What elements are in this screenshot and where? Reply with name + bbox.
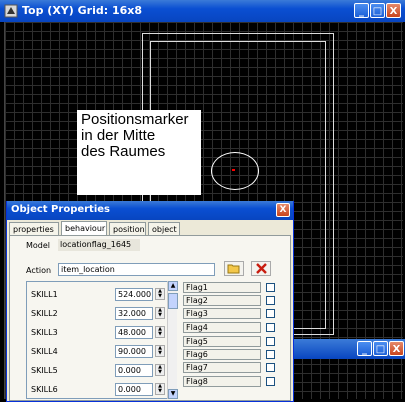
skill4-input[interactable]: 90.000 bbox=[115, 345, 153, 358]
skills-list: SKILL1 524.000 ▲ ▼ SKILL2 32.000 ▲ ▼ SKILL… bbox=[26, 281, 176, 399]
object-properties-dialog: Object Properties X properties behaviour… bbox=[6, 201, 294, 402]
clear-action-button[interactable] bbox=[251, 261, 271, 276]
flag8-checkbox[interactable] bbox=[266, 377, 275, 386]
folder-icon bbox=[227, 264, 240, 274]
skill-label: SKILL4 bbox=[31, 347, 58, 356]
maximize-button[interactable]: □ bbox=[370, 3, 385, 18]
flag-label: Flag4 bbox=[183, 322, 261, 333]
secondary-maximize-button[interactable]: □ bbox=[373, 341, 388, 356]
flag7-checkbox[interactable] bbox=[266, 363, 275, 372]
tab-properties[interactable]: properties bbox=[9, 222, 59, 235]
dialog-title: Object Properties bbox=[11, 204, 111, 215]
secondary-close-button[interactable]: X bbox=[389, 341, 404, 356]
close-button[interactable]: X bbox=[386, 3, 401, 18]
skill-row: SKILL2 32.000 ▲ ▼ bbox=[27, 306, 175, 324]
flag5-checkbox[interactable] bbox=[266, 337, 275, 346]
skill-row: SKILL5 0.000 ▲ ▼ bbox=[27, 363, 175, 381]
skill1-spinner[interactable]: ▲ ▼ bbox=[155, 288, 165, 300]
skill-label: SKILL6 bbox=[31, 385, 58, 394]
flag-label: Flag7 bbox=[183, 362, 261, 373]
flag-label: Flag8 bbox=[183, 376, 261, 387]
action-label: Action bbox=[26, 266, 52, 275]
window-title: Top (XY) Grid: 16x8 bbox=[22, 4, 143, 17]
model-label: Model bbox=[26, 241, 51, 250]
skill2-input[interactable]: 32.000 bbox=[115, 307, 153, 320]
skill-label: SKILL2 bbox=[31, 309, 58, 318]
minimize-button[interactable]: _ bbox=[354, 3, 369, 18]
tab-behaviour[interactable]: behaviour bbox=[61, 221, 107, 236]
skill-label: SKILL3 bbox=[31, 328, 58, 337]
dialog-close-button[interactable]: X bbox=[276, 203, 290, 217]
flag-label: Flag5 bbox=[183, 336, 261, 347]
skill5-input[interactable]: 0.000 bbox=[115, 364, 153, 377]
skill-row: SKILL3 48.000 ▲ ▼ bbox=[27, 325, 175, 343]
skill-row: SKILL6 0.000 ▲ ▼ bbox=[27, 382, 175, 398]
skill1-input[interactable]: 524.000 bbox=[115, 288, 153, 301]
flag-label: Flag6 bbox=[183, 349, 261, 360]
window-titlebar[interactable]: Top (XY) Grid: 16x8 _ □ X bbox=[0, 0, 405, 22]
skill2-spinner[interactable]: ▲ ▼ bbox=[155, 307, 165, 319]
skill5-spinner[interactable]: ▲ ▼ bbox=[155, 364, 165, 376]
flag3-checkbox[interactable] bbox=[266, 309, 275, 318]
skill4-spinner[interactable]: ▲ ▼ bbox=[155, 345, 165, 357]
flag-label: Flag2 bbox=[183, 295, 261, 306]
action-input[interactable]: item_location bbox=[58, 263, 215, 276]
scroll-up-arrow-icon[interactable]: ▲ bbox=[168, 281, 178, 291]
delete-x-icon bbox=[255, 263, 267, 274]
skill-row: SKILL1 524.000 ▲ ▼ bbox=[27, 287, 175, 305]
flag1-checkbox[interactable] bbox=[266, 283, 275, 292]
tab-position[interactable]: position bbox=[109, 222, 146, 235]
annotation-label: Positionsmarker in der Mitte des Raumes bbox=[77, 110, 201, 195]
skill3-spinner[interactable]: ▲ ▼ bbox=[155, 326, 165, 338]
skills-scrollbar[interactable]: ▲ ▼ bbox=[167, 281, 178, 399]
scroll-thumb[interactable] bbox=[168, 293, 178, 309]
skill-label: SKILL1 bbox=[31, 290, 58, 299]
position-marker-center[interactable] bbox=[232, 169, 235, 171]
flag6-checkbox[interactable] bbox=[266, 350, 275, 359]
skill-row: SKILL4 90.000 ▲ ▼ bbox=[27, 344, 175, 362]
skill6-spinner[interactable]: ▲ ▼ bbox=[155, 383, 165, 395]
flag-label: Flag3 bbox=[183, 308, 261, 319]
annotation-line-3: des Raumes bbox=[81, 143, 166, 160]
flag2-checkbox[interactable] bbox=[266, 296, 275, 305]
skill6-input[interactable]: 0.000 bbox=[115, 383, 153, 396]
flag-label: Flag1 bbox=[183, 282, 261, 293]
secondary-minimize-button[interactable]: _ bbox=[357, 341, 372, 356]
secondary-window-titlebar[interactable]: _ □ X bbox=[287, 339, 405, 359]
scroll-down-arrow-icon[interactable]: ▼ bbox=[168, 389, 178, 399]
position-marker-circle[interactable] bbox=[211, 152, 259, 190]
app-icon bbox=[4, 4, 18, 18]
skill3-input[interactable]: 48.000 bbox=[115, 326, 153, 339]
behaviour-panel: Model locationflag_1645 Action item_loca… bbox=[9, 235, 291, 401]
tab-object[interactable]: object bbox=[148, 222, 180, 235]
open-folder-button[interactable] bbox=[224, 261, 244, 276]
annotation-line-1: Positionsmarker bbox=[81, 111, 189, 128]
annotation-line-2: in der Mitte bbox=[81, 127, 156, 144]
model-value: locationflag_1645 bbox=[58, 239, 140, 251]
flag4-checkbox[interactable] bbox=[266, 323, 275, 332]
dialog-titlebar[interactable]: Object Properties X bbox=[7, 201, 293, 220]
skill-label: SKILL5 bbox=[31, 366, 58, 375]
